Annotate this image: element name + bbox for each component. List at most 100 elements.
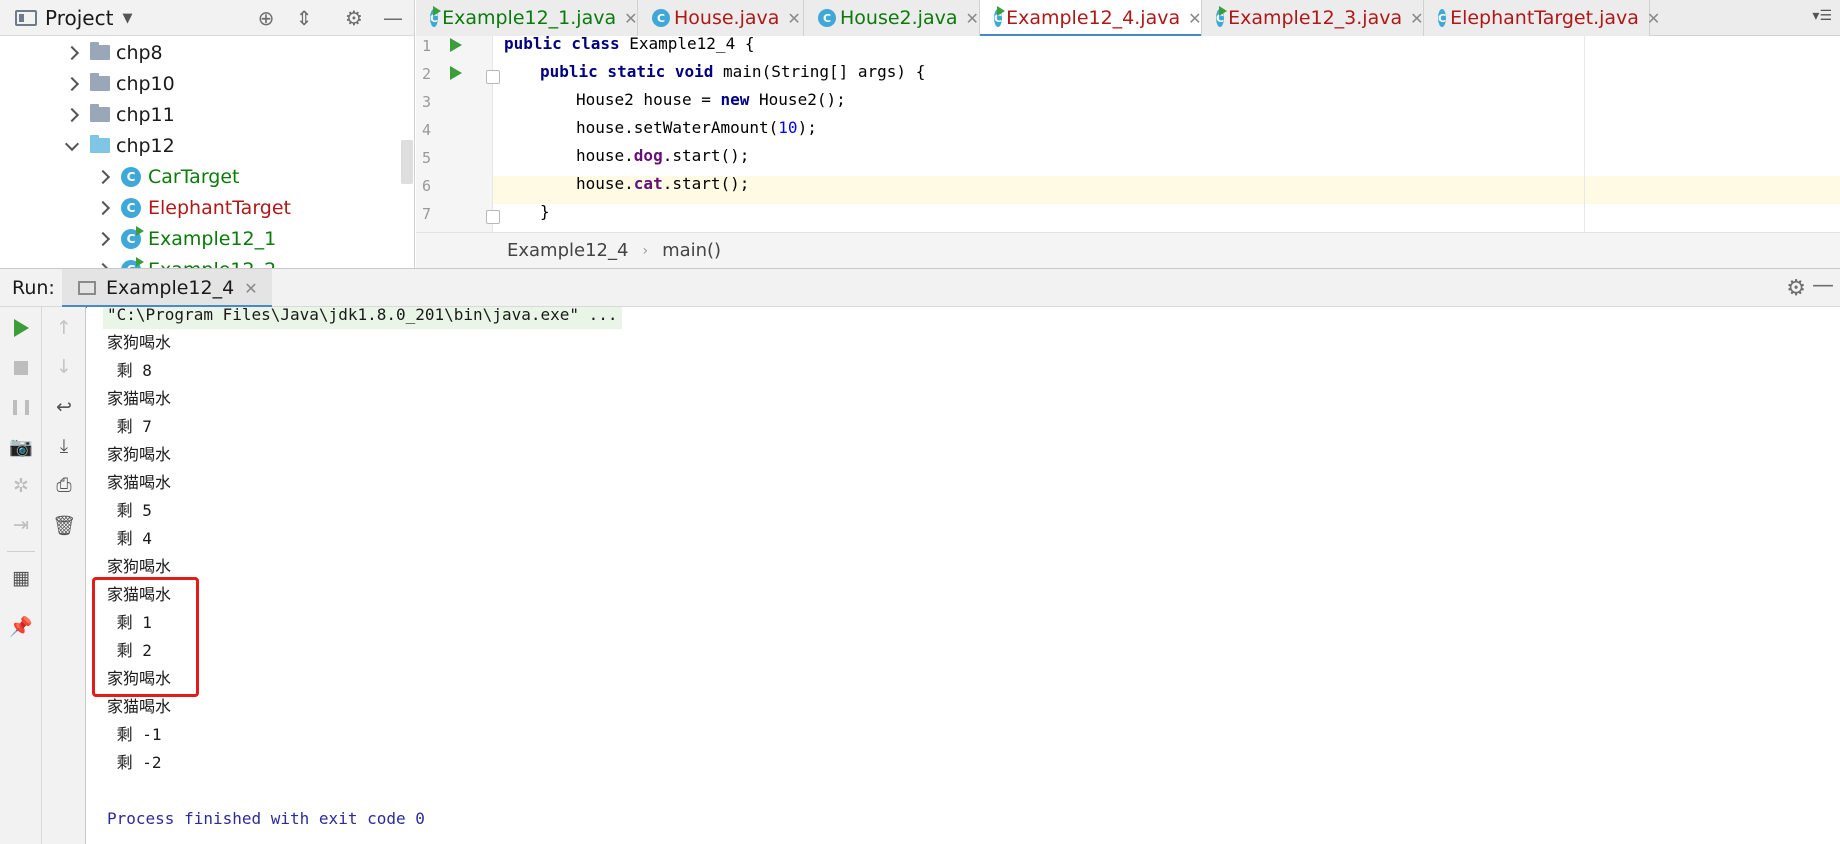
console-line: 家猫喝水 (107, 697, 172, 716)
breadcrumb-class[interactable]: Example12_4 (507, 240, 628, 261)
line-number: 6 (422, 177, 432, 195)
folder-icon (90, 73, 110, 91)
breadcrumb: Example12_4 › main() (416, 232, 1840, 268)
camera-icon[interactable]: 📷 (8, 433, 34, 459)
tab-example12-3[interactable]: C Example12_3.java ✕ (1202, 0, 1424, 36)
tree-item-example12-1[interactable]: C Example12_1 (95, 223, 276, 254)
tab-overflow-icon[interactable]: ▾☰ (1812, 8, 1832, 24)
folder-icon (90, 104, 110, 122)
close-icon[interactable]: ✕ (965, 9, 978, 28)
chevron-right-icon[interactable] (64, 46, 78, 60)
class-icon: C (652, 9, 670, 27)
console-output[interactable]: "C:\Program Files\Java\jdk1.8.0_201\bin\… (87, 307, 1840, 844)
runnable-class-icon: C (121, 256, 144, 268)
close-icon[interactable]: ✕ (1647, 9, 1660, 28)
line-number: 7 (422, 205, 432, 223)
rerun-icon[interactable] (8, 315, 34, 341)
tree-item-elephanttarget[interactable]: C ElephantTarget (95, 192, 291, 223)
pin-icon[interactable]: 📌 (8, 613, 34, 639)
console-line: 剩 4 (107, 529, 152, 548)
code-text: Example12_4 { (629, 36, 755, 53)
tab-example12-4[interactable]: C Example12_4.java ✕ (980, 0, 1202, 37)
run-gutter-icon[interactable] (450, 38, 462, 52)
class-icon: C (121, 166, 141, 187)
code-editor[interactable]: 1 2 3 4 5 6 7 public class Example12_4 {… (416, 36, 1840, 232)
scroll-to-end-icon[interactable]: ⤓ (51, 433, 77, 459)
tree-item-chp8[interactable]: chp8 (64, 37, 163, 68)
gear-icon[interactable]: ⚙ (342, 6, 366, 30)
chevron-down-icon[interactable]: ▼ (122, 11, 132, 26)
tree-item-chp11[interactable]: chp11 (64, 99, 175, 130)
stop-icon[interactable] (8, 355, 34, 381)
tab-house2[interactable]: C House2.java ✕ (804, 0, 980, 36)
minimize-icon[interactable]: — (381, 6, 405, 30)
run-tab-example12-4[interactable]: Example12_4 ✕ (62, 269, 272, 308)
annotation-highlight-box (92, 577, 199, 697)
folder-icon (90, 42, 110, 60)
fold-icon[interactable] (486, 210, 500, 224)
close-icon[interactable]: ✕ (787, 9, 800, 28)
tree-item-label: Example12_1 (148, 227, 277, 250)
code-line-2: public static void main(String[] args) { (540, 58, 925, 86)
project-scrollbar[interactable] (401, 140, 413, 184)
tree-item-label: CarTarget (148, 165, 240, 188)
arrow-up-icon[interactable]: ↑ (51, 315, 77, 341)
line-number: 5 (422, 149, 432, 167)
pause-icon[interactable] (8, 394, 34, 420)
minimize-icon[interactable]: — (1812, 273, 1834, 298)
run-header: Run: Example12_4 ✕ ⚙ — (0, 269, 1840, 308)
chevron-right-icon[interactable] (64, 77, 78, 91)
breadcrumb-method[interactable]: main() (662, 240, 721, 261)
console-line: 剩 -1 (107, 725, 162, 744)
arrow-down-icon[interactable]: ↓ (51, 354, 77, 380)
console-line: 家猫喝水 (107, 389, 172, 408)
close-icon[interactable]: ✕ (1188, 9, 1201, 28)
chevron-down-icon[interactable] (64, 139, 78, 153)
close-icon[interactable]: ✕ (1410, 9, 1423, 28)
tree-item-example12-2[interactable]: C Example12_2 (95, 254, 276, 268)
kill-icon[interactable]: ✲ (8, 473, 34, 499)
layout-icon[interactable]: ▦ (8, 565, 34, 591)
code-line-1: public class Example12_4 { (504, 36, 754, 58)
chevron-right-icon: › (642, 242, 649, 259)
tab-example12-1[interactable]: C Example12_1.java ✕ (416, 0, 638, 36)
locate-icon[interactable]: ⊕ (254, 6, 278, 30)
code-text: house.setWaterAmount( (576, 118, 779, 137)
code-text: main(String[] args) { (723, 62, 926, 81)
tab-elephanttarget[interactable]: C ElephantTarget.java ✕ (1424, 0, 1660, 36)
console-command: "C:\Program Files\Java\jdk1.8.0_201\bin\… (103, 307, 622, 329)
tree-item-cartarget[interactable]: C CarTarget (95, 161, 240, 192)
runnable-class-icon: C (121, 225, 144, 249)
project-title[interactable]: Project (45, 6, 113, 30)
chevron-right-icon[interactable] (95, 201, 109, 215)
toolbar-separator (7, 551, 35, 552)
close-icon[interactable]: ✕ (624, 9, 637, 28)
soft-wrap-icon[interactable]: ↩ (51, 394, 77, 420)
console-icon (78, 281, 96, 295)
print-icon[interactable]: ⎙ (51, 472, 77, 498)
code-line-5: house.dog.start(); (576, 142, 749, 170)
close-icon[interactable]: ✕ (244, 279, 257, 298)
fold-icon[interactable] (486, 70, 500, 84)
chevron-right-icon[interactable] (95, 232, 109, 246)
line-number: 1 (422, 37, 432, 55)
gear-icon[interactable]: ⚙ (1786, 276, 1806, 301)
trash-icon[interactable]: 🗑 (51, 512, 77, 538)
tree-item-chp12[interactable]: chp12 (64, 130, 175, 161)
exit-icon[interactable]: ⇥ (8, 512, 34, 538)
tab-house[interactable]: C House.java ✕ (638, 0, 804, 36)
code-text: House2(); (759, 90, 846, 109)
code-line-4: house.setWaterAmount(10); (576, 114, 817, 142)
code-text: house. (576, 146, 634, 165)
code-text: ); (797, 118, 817, 137)
tab-label: Example12_4.java (1006, 7, 1181, 29)
chevron-right-icon[interactable] (95, 170, 109, 184)
collapse-all-icon[interactable]: ⇕ (292, 6, 316, 30)
chevron-right-icon[interactable] (64, 108, 78, 122)
run-gutter-icon[interactable] (450, 66, 462, 80)
tab-label: House.java (674, 7, 780, 29)
code-text: House2 house = (576, 90, 721, 109)
tree-item-chp10[interactable]: chp10 (64, 68, 175, 99)
line-number: 2 (422, 65, 432, 83)
code-line-7: } (540, 202, 550, 221)
